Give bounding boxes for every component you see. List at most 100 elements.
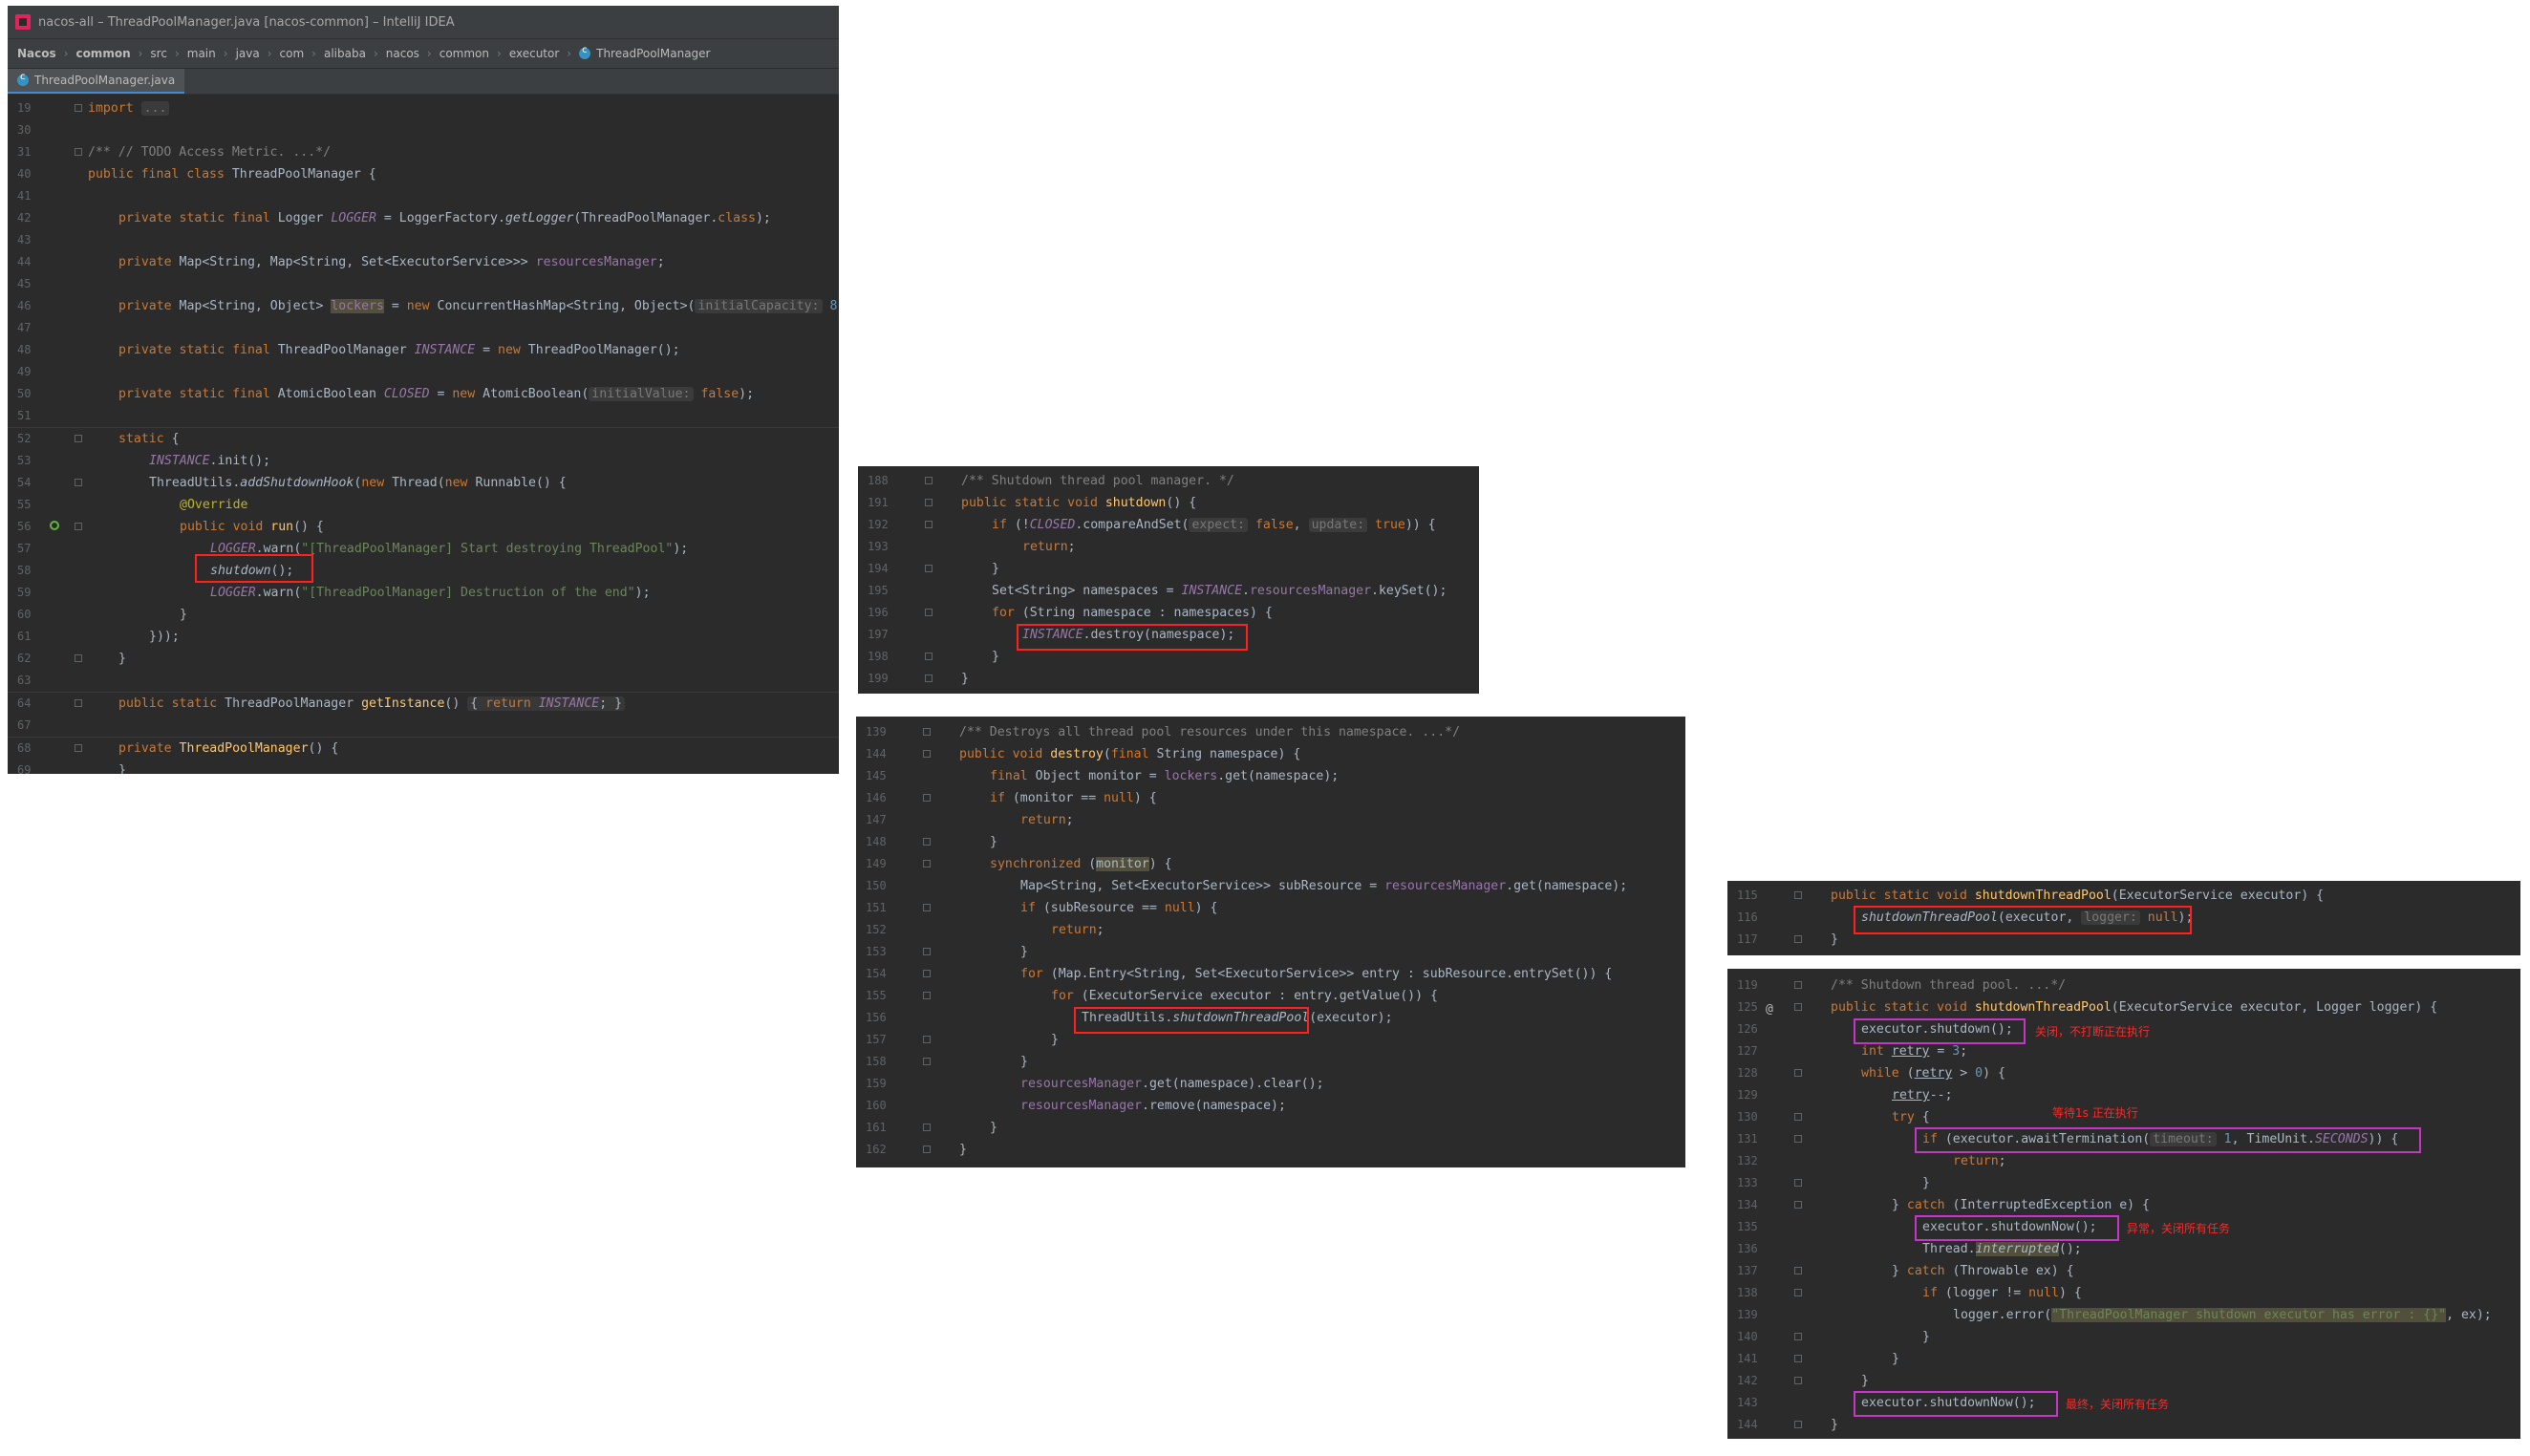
code-line: 155 for (ExecutorService executor : entry… — [866, 989, 1438, 1003]
annotation-note: 异常，关闭所有任务 — [2127, 1222, 2231, 1235]
code-line: 161} — [866, 1121, 997, 1135]
code-line: 142} — [1737, 1374, 1869, 1388]
code-line: 129 retry--; — [1737, 1088, 1953, 1103]
override-icon[interactable] — [50, 521, 59, 530]
code-line: 127 int retry = 3; — [1737, 1044, 1968, 1059]
code-area[interactable]: 139/** Destroys all thread pool resource… — [856, 721, 1685, 1161]
code-line: 47 — [17, 321, 32, 334]
code-area[interactable]: 115 public static void shutdownThreadPool… — [1727, 885, 2520, 951]
breadcrumb: Nacos › common › src › main › java › com › ali… — [8, 39, 839, 69]
breadcrumb-class[interactable]: ThreadPoolManager — [596, 47, 710, 60]
tab-threadpoolmanager[interactable]: ThreadPoolManager.java — [8, 69, 185, 94]
code-snippet-shutdownthreadpool-overload: 115 public static void shutdownThreadPool… — [1727, 881, 2520, 955]
code-line: 196 for (String namespace : namespaces) { — [868, 606, 1273, 620]
code-line: 145 final Object monitor = lockers.get(na… — [866, 769, 1340, 783]
annotation-note: 关闭，不打断正在执行 — [2035, 1025, 2151, 1038]
code-line: 117} — [1737, 932, 1838, 947]
breadcrumb-common-module[interactable]: common — [75, 47, 130, 60]
code-line: 132 return; — [1737, 1154, 2006, 1168]
code-line: 46 private Map<String, Object> lockers = … — [17, 299, 839, 313]
code-line: 134} catch (InterruptedException e) { — [1737, 1198, 2150, 1212]
code-line: 68 private ThreadPoolManager() { — [8, 737, 839, 760]
code-line: 53 INSTANCE.init(); — [17, 454, 271, 468]
code-line: 137} catch (Throwable ex) { — [1737, 1264, 2074, 1278]
editor-window-threadpoolmanager: nacos-all – ThreadPoolManager.java [naco… — [8, 6, 839, 774]
code-line: 42 private static final Logger LOGGER = L… — [17, 211, 771, 225]
breadcrumb-src[interactable]: src — [150, 47, 167, 60]
breadcrumb-nacos[interactable]: Nacos — [17, 47, 56, 60]
breadcrumb-com[interactable]: com — [280, 47, 305, 60]
code-line: 156 ThreadUtils.shutdownThreadPool(execut… — [866, 1011, 1393, 1025]
breadcrumb-alibaba[interactable]: alibaba — [324, 47, 366, 60]
code-snippet-shutdownthreadpool-impl: 119/** Shutdown thread pool. ...*/ 125 @ p… — [1727, 969, 2520, 1439]
breadcrumb-nacos-pkg[interactable]: nacos — [386, 47, 419, 60]
code-line: 152 return; — [866, 923, 1104, 937]
breadcrumb-executor[interactable]: executor — [509, 47, 559, 60]
code-line: 193 return; — [868, 540, 1076, 554]
code-line: 125 @ public static void shutdownThreadPoo… — [1727, 996, 2520, 1018]
code-line: 146 if (monitor == null) { — [866, 791, 1157, 805]
code-line: 195 Set<String> namespaces = INSTANCE.res… — [868, 584, 1447, 598]
code-area[interactable]: 188/** Shutdown thread pool manager. */ … — [858, 470, 1479, 690]
code-line: 150 Map<String, Set<ExecutorService>> sub… — [866, 879, 1628, 893]
code-line: 197 INSTANCE.destroy(namespace); — [868, 628, 1235, 642]
breadcrumb-java[interactable]: java — [236, 47, 260, 60]
code-line: 144} — [1737, 1418, 1838, 1432]
code-line: 19 import ... — [8, 97, 839, 119]
code-line: 198} — [868, 650, 999, 664]
breadcrumb-common-pkg[interactable]: common — [440, 47, 489, 60]
code-line: 144 public void destroy(final String name… — [866, 747, 1301, 761]
code-line: 41 — [17, 189, 32, 203]
code-line: 51 — [17, 409, 32, 422]
code-line: 135 executor.shutdownNow(); — [1737, 1220, 2097, 1234]
code-line: 58 shutdown(); — [17, 564, 294, 578]
code-line: 149 synchronized (monitor) { — [866, 857, 1172, 871]
code-line: 147 return; — [866, 813, 1074, 827]
code-line: 128 while (retry > 0) { — [1737, 1066, 2005, 1081]
class-icon — [17, 72, 29, 86]
code-line: 31/** // TODO Access Metric. ...*/ — [17, 145, 332, 160]
code-line: 69} — [17, 763, 126, 774]
code-line: 153} — [866, 945, 1028, 959]
class-icon — [579, 45, 591, 59]
code-line: 56 public void run() { — [17, 520, 324, 534]
code-line: 188/** Shutdown thread pool manager. */ — [868, 474, 1234, 488]
code-line: 140} — [1737, 1330, 1930, 1344]
code-line: 131 if (executor.awaitTermination(timeout… — [1737, 1132, 2399, 1146]
annotation-note: 等待1s 正在执行 — [2052, 1106, 2138, 1120]
code-line: 154 for (Map.Entry<String, Set<ExecutorSe… — [866, 967, 1613, 981]
code-line: 64 public static ThreadPoolManager getIns… — [8, 692, 839, 715]
code-line: 133} — [1737, 1176, 1930, 1190]
intellij-icon — [15, 14, 31, 30]
code-line: 194} — [868, 562, 999, 576]
code-line: 50 private static final AtomicBoolean CLO… — [17, 387, 755, 401]
window-titlebar: nacos-all – ThreadPoolManager.java [naco… — [8, 6, 839, 39]
folded-region[interactable]: ... — [140, 101, 170, 116]
code-line: 115 public static void shutdownThreadPool… — [1737, 889, 2325, 903]
code-snippet-shutdown: 188/** Shutdown thread pool manager. */ … — [858, 466, 1479, 694]
code-line: 59 LOGGER.warn("[ThreadPoolManager] Destr… — [17, 586, 651, 600]
code-line: 141} — [1737, 1352, 1899, 1366]
code-line: 48 private static final ThreadPoolManager… — [17, 343, 680, 357]
at-icon[interactable]: @ — [1766, 998, 1773, 1020]
annotation-note: 最终，关闭所有任务 — [2066, 1398, 2170, 1411]
code-area[interactable]: 119/** Shutdown thread pool. ...*/ 125 @ p… — [1727, 974, 2520, 1436]
code-line: 55 @Override — [17, 498, 248, 512]
code-line: 30 — [17, 123, 32, 137]
code-line: 157} — [866, 1033, 1059, 1047]
code-line: 136 Thread.interrupted(); — [1737, 1242, 2082, 1256]
code-line: 60} — [17, 608, 187, 622]
code-line: 62} — [17, 652, 126, 666]
code-line: 45 — [17, 277, 32, 290]
code-line: 199} — [868, 672, 969, 686]
code-line: 191 public static void shutdown() { — [868, 496, 1197, 510]
code-line: 119/** Shutdown thread pool. ...*/ — [1737, 978, 2067, 993]
tab-label: ThreadPoolManager.java — [34, 74, 176, 87]
code-line: 54 ThreadUtils.addShutdownHook(new Thread… — [17, 476, 567, 490]
code-line: 63 — [17, 674, 32, 687]
code-area[interactable]: 19 import ... 30 31/** // TODO Access Met… — [8, 97, 839, 774]
code-line: 158} — [866, 1055, 1028, 1069]
breadcrumb-main[interactable]: main — [187, 47, 216, 60]
code-line: 57 LOGGER.warn("[ThreadPoolManager] Start… — [17, 542, 689, 556]
code-snippet-destroy: 139/** Destroys all thread pool resource… — [856, 717, 1685, 1167]
